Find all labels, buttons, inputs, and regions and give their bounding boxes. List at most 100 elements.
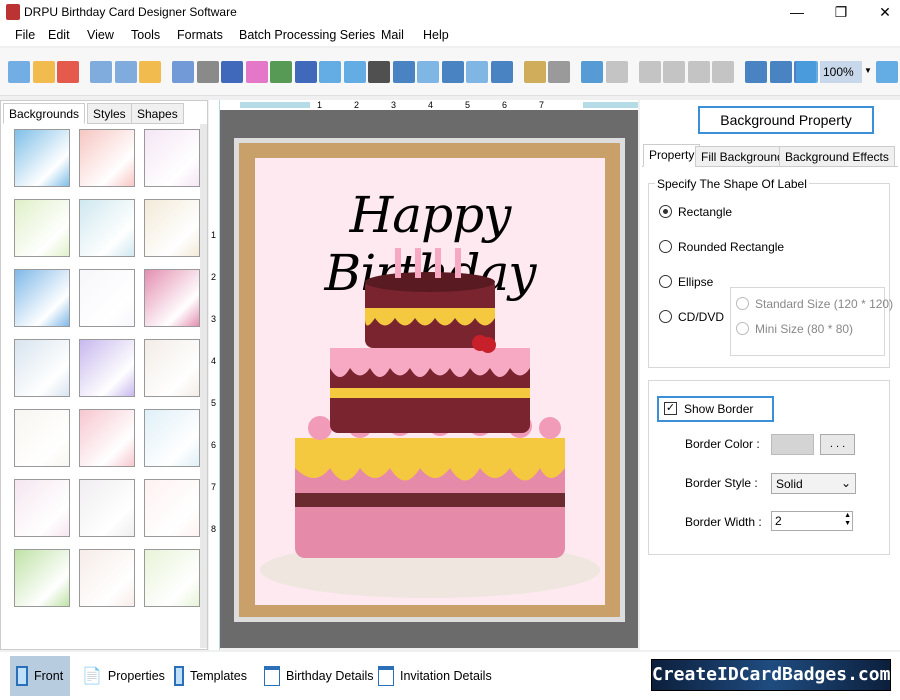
- background-thumbnail[interactable]: [14, 409, 70, 467]
- background-thumbnail[interactable]: [144, 479, 200, 537]
- birthday-cake-image[interactable]: [255, 248, 605, 605]
- background-thumbnail[interactable]: [14, 129, 70, 187]
- tab-fill-background[interactable]: Fill Background: [695, 146, 790, 167]
- background-thumbnail[interactable]: [79, 409, 135, 467]
- menu-file[interactable]: File: [15, 28, 35, 42]
- undo-icon[interactable]: [581, 61, 603, 83]
- gift-icon[interactable]: [245, 61, 268, 83]
- background-thumbnail[interactable]: [144, 199, 200, 257]
- radio-rounded-rectangle[interactable]: [659, 240, 672, 253]
- menu-mail[interactable]: Mail: [381, 28, 404, 42]
- menu-tools[interactable]: Tools: [131, 28, 160, 42]
- border-color-button[interactable]: . . .: [820, 434, 855, 455]
- ruler-tick-label: 1: [317, 100, 323, 110]
- print-icon[interactable]: [196, 61, 219, 83]
- background-thumbnail[interactable]: [144, 409, 200, 467]
- close-icon[interactable]: [57, 61, 79, 83]
- radio-ellipse[interactable]: [659, 275, 672, 288]
- export-icon[interactable]: [139, 61, 161, 83]
- menu-edit[interactable]: Edit: [48, 28, 70, 42]
- mail-icon[interactable]: [466, 61, 488, 83]
- tab-background-effects[interactable]: Background Effects: [779, 146, 895, 167]
- tab-templates[interactable]: Templates: [168, 656, 253, 696]
- background-thumbnail[interactable]: [14, 339, 70, 397]
- tab-birthday-details[interactable]: Birthday Details: [258, 656, 380, 696]
- text-doc-icon[interactable]: [417, 61, 439, 83]
- ruler-tick-label: 3: [391, 100, 397, 110]
- border-color-swatch[interactable]: [771, 434, 814, 455]
- background-thumbnail[interactable]: [79, 549, 135, 607]
- background-thumbnail[interactable]: [79, 129, 135, 187]
- menu-formats[interactable]: Formats: [177, 28, 223, 42]
- minimize-button[interactable]: —: [774, 0, 820, 24]
- tab-properties[interactable]: 📄 Properties: [76, 656, 171, 696]
- thumbnail-scrollbar[interactable]: [200, 124, 207, 648]
- background-thumbnail[interactable]: [144, 269, 200, 327]
- border-width-input[interactable]: 2 ▲ ▼: [771, 511, 853, 531]
- background-thumbnail[interactable]: [14, 269, 70, 327]
- tab-styles[interactable]: Styles: [87, 103, 132, 124]
- menu-batch-processing[interactable]: Batch Processing Series: [239, 28, 375, 42]
- brand-logo[interactable]: CreateIDCardBadges.com: [651, 659, 891, 691]
- ruler-tick-label: 7: [539, 100, 545, 110]
- new-icon[interactable]: [8, 61, 30, 83]
- border-style-select[interactable]: Solid ⌄: [771, 473, 856, 494]
- database-import-icon[interactable]: [523, 61, 546, 83]
- design-canvas[interactable]: Happy Birthday: [220, 110, 638, 648]
- shapes-icon[interactable]: [319, 61, 341, 83]
- radio-cd-dvd[interactable]: [659, 310, 672, 323]
- image-icon[interactable]: [270, 61, 292, 83]
- save-as-icon[interactable]: [114, 61, 137, 83]
- background-thumbnail[interactable]: [144, 549, 200, 607]
- menu-help[interactable]: Help: [423, 28, 449, 42]
- tab-property[interactable]: Property: [643, 144, 701, 167]
- redo-icon[interactable]: [605, 61, 628, 83]
- maximize-button[interactable]: ❐: [818, 0, 864, 24]
- spinner-icon[interactable]: ▲ ▼: [844, 512, 851, 528]
- card-face[interactable]: Happy Birthday: [255, 158, 605, 605]
- background-thumbnail[interactable]: [144, 129, 200, 187]
- signature-icon[interactable]: [441, 61, 464, 83]
- background-thumbnail[interactable]: [79, 269, 135, 327]
- zoom-out-icon[interactable]: [876, 61, 898, 83]
- menu-view[interactable]: View: [87, 28, 114, 42]
- text-icon[interactable]: [392, 61, 415, 83]
- delete-icon[interactable]: [712, 61, 734, 83]
- background-thumbnail[interactable]: [79, 339, 135, 397]
- tab-backgrounds[interactable]: Backgrounds: [3, 103, 86, 124]
- line-icon[interactable]: [490, 61, 513, 83]
- background-thumbnail[interactable]: [79, 199, 135, 257]
- close-button[interactable]: ✕: [862, 0, 900, 24]
- zoom-dropdown-icon[interactable]: ▼: [864, 66, 872, 75]
- pen-icon[interactable]: [294, 61, 317, 83]
- tab-front[interactable]: Front: [10, 656, 70, 696]
- background-thumbnail[interactable]: [14, 199, 70, 257]
- background-property-button[interactable]: Background Property: [698, 106, 874, 134]
- radio-rectangle[interactable]: [659, 205, 672, 218]
- page-setup-icon[interactable]: [172, 61, 194, 83]
- vertical-ruler: 1 2 3 4 5 6 7 8: [209, 100, 220, 650]
- watermark-icon[interactable]: [343, 61, 366, 83]
- paste-icon[interactable]: [687, 61, 710, 83]
- zoom-select[interactable]: 100%: [820, 61, 862, 83]
- layers-icon[interactable]: [221, 61, 243, 83]
- zoom-in-icon[interactable]: [796, 61, 818, 83]
- tab-shapes[interactable]: Shapes: [131, 103, 184, 124]
- background-thumbnail[interactable]: [14, 549, 70, 607]
- barcode-icon[interactable]: [368, 61, 390, 83]
- background-thumbnail[interactable]: [14, 479, 70, 537]
- grid-icon[interactable]: [745, 61, 767, 83]
- show-border-checkbox[interactable]: ✓: [664, 402, 677, 415]
- cut-icon[interactable]: [638, 61, 661, 83]
- database-icon[interactable]: [548, 61, 570, 83]
- actual-size-icon[interactable]: [769, 61, 792, 83]
- copy-icon[interactable]: [663, 61, 685, 83]
- background-thumbnail[interactable]: [144, 339, 200, 397]
- open-icon[interactable]: [32, 61, 55, 83]
- tab-invitation-details[interactable]: Invitation Details: [372, 656, 498, 696]
- background-thumbnail[interactable]: [79, 479, 135, 537]
- radio-standard-size[interactable]: [736, 297, 749, 310]
- save-icon[interactable]: [90, 61, 112, 83]
- border-width-value: 2: [775, 514, 782, 528]
- radio-mini-size[interactable]: [736, 322, 749, 335]
